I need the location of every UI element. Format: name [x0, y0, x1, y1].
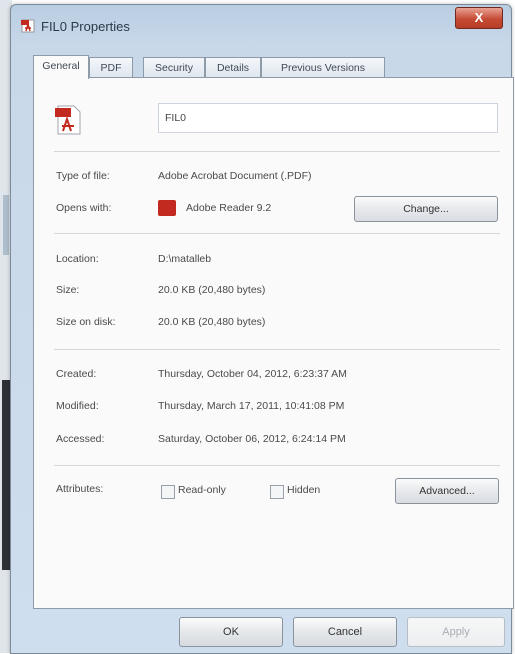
cancel-button[interactable]: Cancel [293, 617, 397, 647]
separator [54, 233, 500, 234]
separator [54, 349, 500, 350]
close-button[interactable]: X [455, 7, 503, 29]
background-detail [3, 195, 9, 255]
accessed-label: Accessed: [56, 433, 105, 445]
tab-pdf[interactable]: PDF [89, 57, 133, 78]
type-of-file-label: Type of file: [56, 170, 110, 182]
opens-with-value: Adobe Reader 9.2 [186, 202, 272, 214]
tab-security[interactable]: Security [143, 57, 205, 78]
size-on-disk-label: Size on disk: [56, 316, 116, 328]
adobe-reader-icon [158, 200, 176, 216]
window-title: FIL0 Properties [41, 19, 130, 34]
accessed-value: Saturday, October 06, 2012, 6:24:14 PM [158, 433, 346, 445]
tab-details[interactable]: Details [205, 57, 261, 78]
created-label: Created: [56, 368, 97, 380]
ok-button[interactable]: OK [179, 617, 283, 647]
opens-with-label: Opens with: [56, 202, 112, 214]
separator [54, 465, 500, 466]
read-only-label[interactable]: Read-only [178, 484, 226, 496]
title-bar[interactable]: FIL0 Properties X [11, 5, 511, 41]
attributes-label: Attributes: [56, 483, 104, 495]
background-detail [2, 380, 10, 570]
type-of-file-value: Adobe Acrobat Document (.PDF) [158, 170, 312, 182]
tab-general[interactable]: General [33, 55, 89, 79]
general-tab-panel: FIL0 Type of file: Adobe Acrobat Documen… [33, 77, 514, 609]
modified-label: Modified: [56, 400, 99, 412]
hidden-label[interactable]: Hidden [287, 484, 320, 496]
created-value: Thursday, October 04, 2012, 6:23:37 AM [158, 368, 347, 380]
file-name-field[interactable]: FIL0 [158, 103, 498, 133]
size-label: Size: [56, 284, 80, 296]
size-value: 20.0 KB (20,480 bytes) [158, 284, 266, 296]
apply-button[interactable]: Apply [407, 617, 505, 647]
location-label: Location: [56, 253, 99, 265]
read-only-checkbox[interactable] [161, 485, 175, 499]
change-button[interactable]: Change... [354, 196, 498, 222]
properties-dialog: FIL0 Properties X General PDF Security D… [10, 4, 514, 654]
separator [54, 151, 500, 152]
pdf-file-icon [21, 19, 35, 33]
pdf-file-icon [55, 105, 81, 135]
hidden-checkbox[interactable] [270, 485, 284, 499]
advanced-button[interactable]: Advanced... [395, 478, 499, 504]
size-on-disk-value: 20.0 KB (20,480 bytes) [158, 316, 266, 328]
location-value: D:\matalleb [158, 253, 212, 265]
tab-previous-versions[interactable]: Previous Versions [261, 57, 385, 78]
modified-value: Thursday, March 17, 2011, 10:41:08 PM [158, 400, 345, 412]
